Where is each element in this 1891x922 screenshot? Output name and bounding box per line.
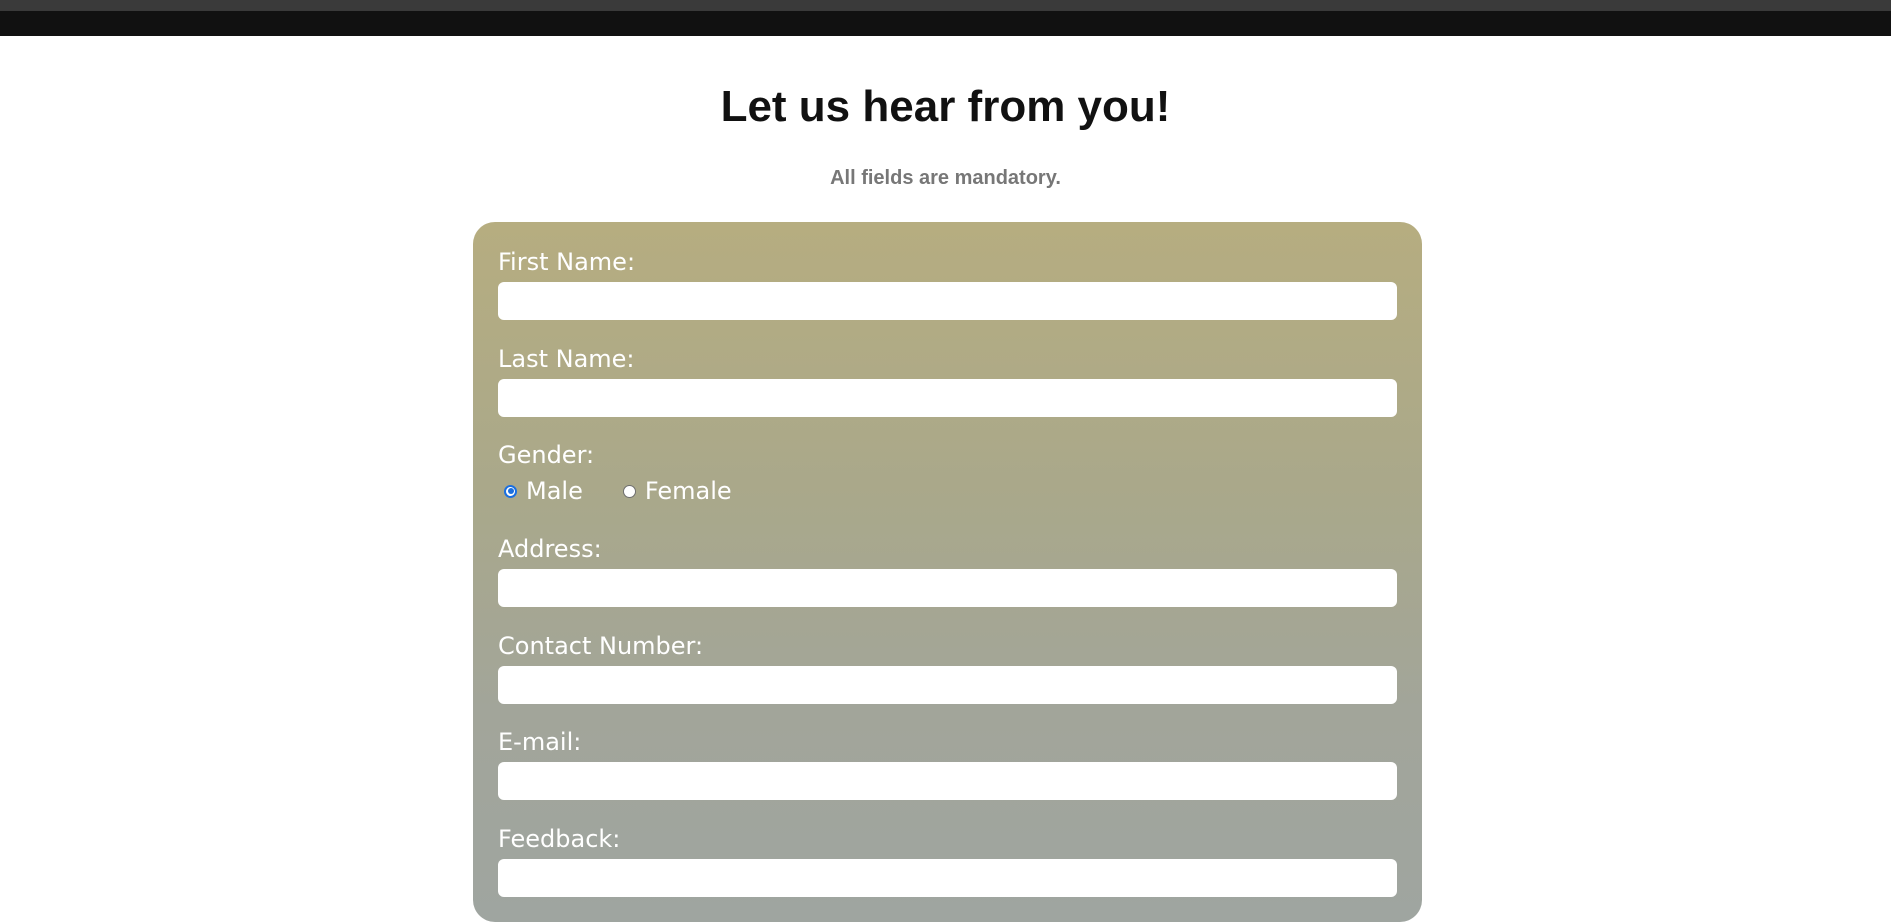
female-radio-label: Female: [644, 477, 732, 505]
gender-label: Gender:: [498, 441, 595, 469]
first-name-input[interactable]: [498, 282, 1397, 320]
window-top-strip: [0, 0, 1891, 11]
feedback-form: First Name: Last Name: Gender: Male Fema…: [473, 222, 1422, 922]
gender-radio-group: Male Female: [498, 474, 766, 508]
contact-number-input[interactable]: [498, 666, 1397, 704]
email-label: E-mail:: [498, 728, 582, 756]
male-radio[interactable]: [504, 484, 517, 498]
female-radio[interactable]: [622, 484, 636, 498]
top-bar: [0, 11, 1891, 36]
address-label: Address:: [498, 535, 602, 563]
gender-option-female[interactable]: Female: [617, 477, 732, 505]
contact-number-label: Contact Number:: [498, 632, 704, 660]
first-name-label: First Name:: [498, 248, 636, 276]
last-name-input[interactable]: [498, 379, 1397, 417]
gender-option-male[interactable]: Male: [498, 477, 583, 505]
male-radio-label: Male: [526, 477, 583, 505]
address-input[interactable]: [498, 569, 1397, 607]
last-name-label: Last Name:: [498, 345, 635, 373]
feedback-input[interactable]: [498, 859, 1397, 897]
feedback-label: Feedback:: [498, 825, 621, 853]
page-subtitle: All fields are mandatory.: [830, 167, 1061, 189]
email-input[interactable]: [498, 762, 1397, 800]
page-title: Let us hear from you!: [720, 82, 1171, 131]
